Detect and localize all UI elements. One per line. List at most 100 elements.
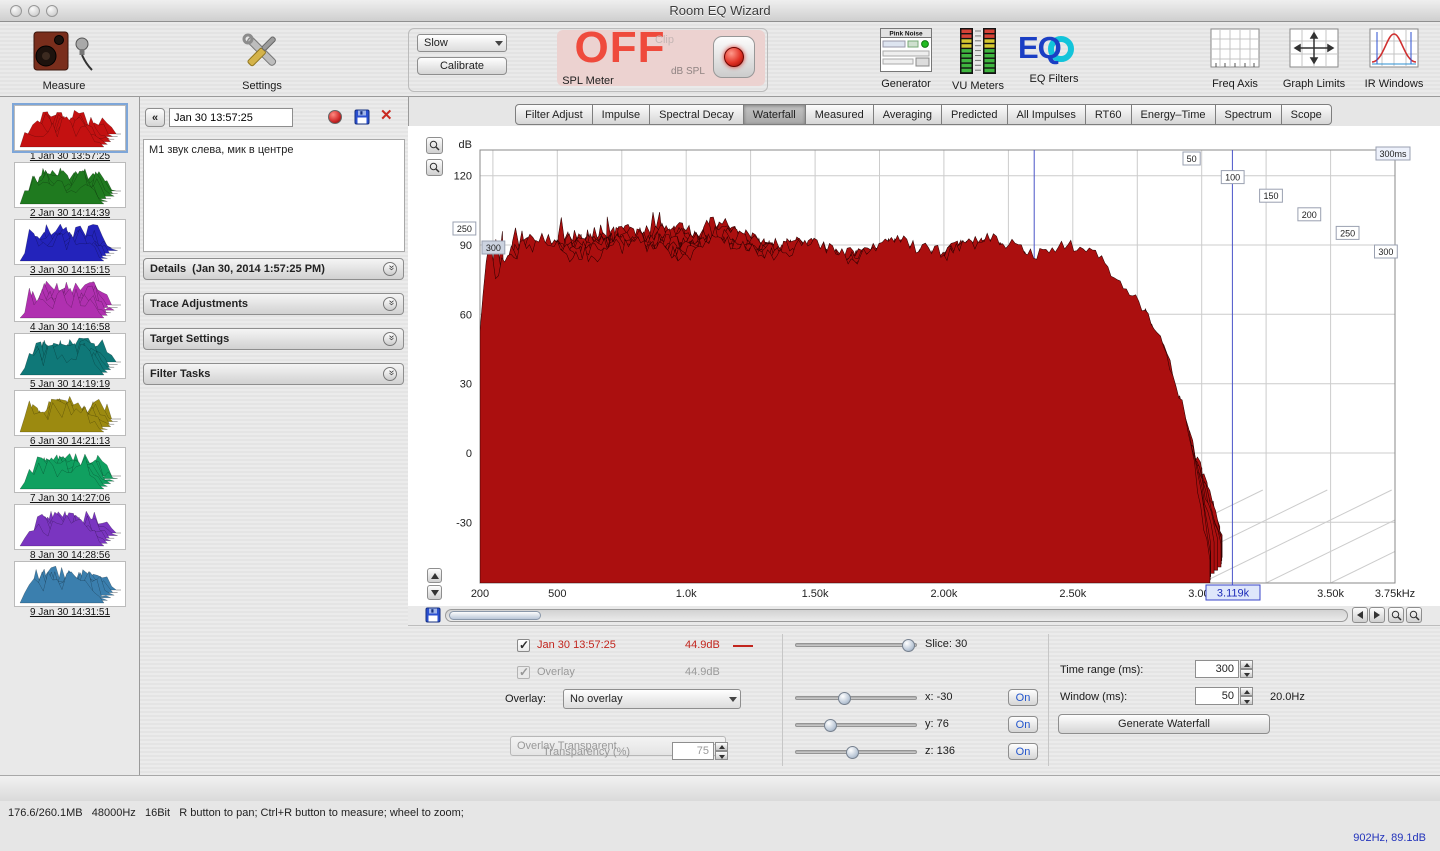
stepper-up-icon[interactable] [715, 742, 728, 751]
zoom-y-in-button[interactable] [426, 137, 443, 154]
eq-filters-button[interactable]: EQ EQ Filters [1018, 28, 1090, 85]
stepper-down-icon[interactable] [1240, 696, 1253, 705]
tab-scope[interactable]: Scope [1281, 104, 1332, 125]
tab-energy-time[interactable]: Energy–Time [1131, 104, 1216, 125]
clip-led-button[interactable] [713, 36, 755, 78]
generator-button[interactable]: Pink Noise Generator [872, 28, 940, 90]
magnifier-icon [429, 162, 440, 173]
svg-text:3.50k: 3.50k [1317, 588, 1344, 600]
window-minimize-button[interactable] [28, 5, 40, 17]
stepper-down-icon[interactable] [715, 751, 728, 760]
tab-rt60[interactable]: RT60 [1085, 104, 1132, 125]
transparency-field[interactable]: 75 [672, 742, 714, 760]
graph-limits-button[interactable]: Graph Limits [1278, 28, 1350, 90]
horizontal-scrollbar[interactable] [445, 609, 1348, 622]
stepper-up-icon[interactable] [1240, 660, 1253, 669]
z-rotation-slider[interactable] [795, 750, 917, 754]
chevron-expand-icon [383, 332, 397, 346]
slider-knob[interactable] [824, 719, 837, 732]
svg-text:3.119k: 3.119k [1217, 588, 1250, 600]
window-zoom-button[interactable] [46, 5, 58, 17]
measurement-item-1[interactable]: 1 Jan 30 13:57:25 [0, 105, 140, 162]
measurement-label: 2 Jan 30 14:14:39 [0, 208, 140, 219]
scroll-left-button[interactable] [1352, 607, 1368, 623]
generate-waterfall-button[interactable]: Generate Waterfall [1058, 714, 1270, 734]
collapse-panel-button[interactable]: « [145, 108, 165, 127]
record-measurement-button[interactable] [328, 110, 342, 124]
slice-slider[interactable] [795, 643, 917, 647]
transparency-stepper[interactable] [715, 742, 728, 760]
spl-speed-select[interactable]: Slow [417, 34, 507, 52]
measurement-notes[interactable]: M1 звук слева, мик в центре [143, 139, 405, 252]
tab-spectral-decay[interactable]: Spectral Decay [649, 104, 744, 125]
measurement-item-8[interactable]: 8 Jan 30 14:28:56 [0, 504, 140, 561]
tab-all-impulses[interactable]: All Impulses [1007, 104, 1086, 125]
tab-spectrum[interactable]: Spectrum [1215, 104, 1282, 125]
x-rotation-slider[interactable] [795, 696, 917, 700]
time-range-stepper[interactable] [1240, 660, 1253, 678]
tab-waterfall[interactable]: Waterfall [743, 104, 806, 125]
window-close-button[interactable] [10, 5, 22, 17]
x-on-button[interactable]: On [1008, 689, 1038, 706]
calibrate-button[interactable]: Calibrate [417, 57, 507, 75]
slider-knob[interactable] [846, 746, 859, 759]
scrollbar-thumb[interactable] [449, 611, 541, 620]
time-range-field[interactable]: 300 [1195, 660, 1239, 678]
y-rotation-value: y: 76 [925, 718, 949, 730]
measure-button[interactable]: Measure [20, 28, 108, 92]
window-stepper[interactable] [1240, 687, 1253, 705]
cursor-readout: 902Hz, 89.1dB [1353, 826, 1426, 851]
zoom-x-in-button[interactable] [1388, 607, 1404, 623]
measurement-item-5[interactable]: 5 Jan 30 14:19:19 [0, 333, 140, 390]
trace-visible-checkbox[interactable] [517, 639, 530, 652]
scroll-right-button[interactable] [1369, 607, 1385, 623]
svg-text:250: 250 [1340, 228, 1355, 238]
zoom-x-out-button[interactable] [1406, 607, 1422, 623]
delete-measurement-button[interactable] [380, 106, 393, 124]
measurement-item-6[interactable]: 6 Jan 30 14:21:13 [0, 390, 140, 447]
measurement-item-4[interactable]: 4 Jan 30 14:16:58 [0, 276, 140, 333]
tab-measured[interactable]: Measured [805, 104, 874, 125]
svg-text:300ms: 300ms [1379, 149, 1407, 159]
y-on-button[interactable]: On [1008, 716, 1038, 733]
measurement-item-2[interactable]: 2 Jan 30 14:14:39 [0, 162, 140, 219]
vu-meters-button[interactable]: VU Meters [946, 28, 1010, 92]
waterfall-chart[interactable]: dB1209060300-302005001.0k1.50k2.00k2.50k… [408, 126, 1440, 608]
overlay-checkbox[interactable] [517, 666, 530, 679]
tab-impulse[interactable]: Impulse [592, 104, 651, 125]
window-field[interactable]: 50 [1195, 687, 1239, 705]
slider-knob[interactable] [838, 692, 851, 705]
settings-button[interactable]: Settings [222, 28, 302, 92]
zoom-y-out-button[interactable] [426, 159, 443, 176]
z-on-button[interactable]: On [1008, 743, 1038, 760]
measure-icon [32, 28, 96, 74]
section-target-settings[interactable]: Target Settings [143, 328, 404, 350]
waterfall-plot[interactable]: dB1209060300-302005001.0k1.50k2.00k2.50k… [408, 126, 1440, 608]
section-trace-adjustments[interactable]: Trace Adjustments [143, 293, 404, 315]
stepper-up-icon[interactable] [1240, 687, 1253, 696]
generate-waterfall-label: Generate Waterfall [1118, 718, 1210, 730]
scroll-down-button[interactable] [427, 585, 442, 600]
tab-predicted[interactable]: Predicted [941, 104, 1007, 125]
measurement-name-input[interactable] [169, 108, 293, 127]
time-range-label: Time range (ms): [1060, 664, 1143, 676]
svg-text:3.75kHz: 3.75kHz [1375, 588, 1415, 600]
measurement-item-3[interactable]: 3 Jan 30 14:15:15 [0, 219, 140, 276]
overlay-select[interactable]: No overlay [563, 689, 741, 709]
calibrate-label: Calibrate [440, 60, 484, 72]
y-rotation-slider[interactable] [795, 723, 917, 727]
section-details[interactable]: Details (Jan 30, 2014 1:57:25 PM) [143, 258, 404, 280]
scroll-up-button[interactable] [427, 568, 442, 583]
measurement-item-9[interactable]: 9 Jan 30 14:31:51 [0, 561, 140, 618]
freq-axis-button[interactable]: Freq Axis [1200, 28, 1270, 90]
stepper-down-icon[interactable] [1240, 669, 1253, 678]
tab-averaging[interactable]: Averaging [873, 104, 942, 125]
measurement-thumbnail [14, 105, 126, 151]
measurement-item-7[interactable]: 7 Jan 30 14:27:06 [0, 447, 140, 504]
save-measurement-button[interactable] [354, 109, 370, 125]
section-filter-tasks[interactable]: Filter Tasks [143, 363, 404, 385]
tab-filter-adjust[interactable]: Filter Adjust [515, 104, 592, 125]
ir-windows-button[interactable]: IR Windows [1358, 28, 1430, 90]
save-graph-button[interactable] [425, 607, 441, 623]
slider-knob[interactable] [902, 639, 915, 652]
